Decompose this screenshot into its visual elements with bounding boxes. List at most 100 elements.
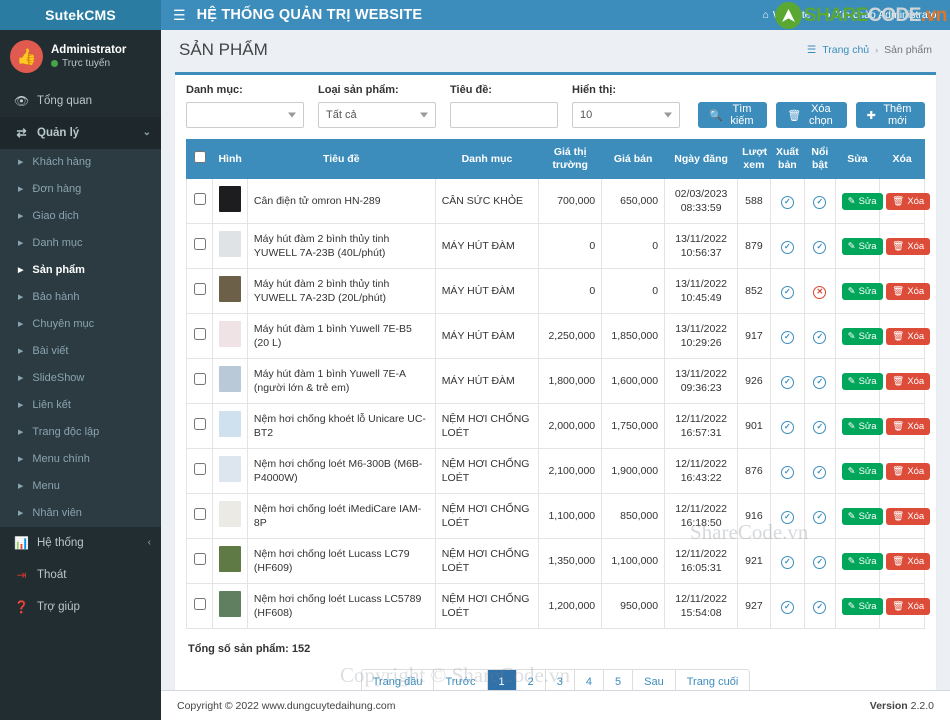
edit-button[interactable]: ✎ Sửa bbox=[841, 507, 883, 525]
delete-button[interactable]: 🗑 Xóa bbox=[886, 597, 931, 615]
sidebar-item-tro-giup[interactable]: ❓ Trợ giúp bbox=[0, 591, 161, 623]
sidebar-item-menu-chinh[interactable]: ▶ Menu chính bbox=[0, 446, 161, 473]
edit-button[interactable]: ✎ Sửa bbox=[841, 597, 883, 615]
sidebar-item-nhan-vien[interactable]: ▶ Nhân viên bbox=[0, 500, 161, 527]
check-circle-icon[interactable]: ✓ bbox=[813, 375, 827, 389]
delete-button[interactable]: 🗑 Xóa bbox=[886, 327, 931, 345]
th-title[interactable]: Tiêu đề bbox=[246, 139, 436, 179]
check-circle-icon[interactable]: ✓ bbox=[813, 420, 827, 434]
edit-button[interactable]: ✎ Sửa bbox=[841, 372, 883, 390]
website-link[interactable]: ⌂ Website bbox=[763, 9, 811, 21]
edit-button[interactable]: ✎ Sửa bbox=[841, 237, 883, 255]
edit-button[interactable]: ✎ Sửa bbox=[841, 282, 883, 300]
sidebar-subitem-label: Bảo hành bbox=[32, 291, 80, 303]
edit-button[interactable]: ✎ Sửa bbox=[841, 552, 883, 570]
filter-category-label: Danh mục: bbox=[186, 84, 243, 96]
th-views[interactable]: Lượt xem bbox=[737, 139, 771, 179]
select-all-checkbox[interactable] bbox=[193, 151, 206, 163]
th-date[interactable]: Ngày đăng bbox=[664, 139, 739, 179]
brand-logo[interactable]: SutekCMS bbox=[0, 0, 161, 30]
th-market-price[interactable]: Giá thị trường bbox=[538, 139, 603, 179]
sidebar-item-san-pham[interactable]: ▶ Sản phẩm bbox=[0, 257, 161, 284]
sidebar-item-chuyen-muc[interactable]: ▶ Chuyên mục bbox=[0, 311, 161, 338]
th-published[interactable]: Xuất bản bbox=[769, 139, 806, 179]
avatar: 👍 bbox=[10, 40, 43, 73]
check-circle-icon[interactable]: ✓ bbox=[780, 375, 794, 389]
delete-button[interactable]: 🗑 Xóa bbox=[886, 552, 931, 570]
check-circle-icon[interactable]: ✓ bbox=[813, 330, 827, 344]
check-circle-icon[interactable]: ✓ bbox=[813, 555, 827, 569]
check-circle-icon[interactable]: ✓ bbox=[813, 240, 827, 254]
add-new-button[interactable]: ✚ Thêm mới bbox=[855, 102, 925, 128]
check-circle-icon[interactable]: ✓ bbox=[780, 600, 794, 614]
sidebar-item-khach-hang[interactable]: ▶ Khách hàng bbox=[0, 149, 161, 176]
delete-button[interactable]: 🗑 Xóa bbox=[886, 282, 931, 300]
row-published-cell: ✓ bbox=[769, 178, 806, 224]
edit-button[interactable]: ✎ Sửa bbox=[841, 327, 883, 345]
row-checkbox[interactable] bbox=[193, 283, 206, 295]
clear-selection-button[interactable]: 🗑 Xóa chọn bbox=[776, 102, 847, 128]
row-checkbox[interactable] bbox=[193, 238, 206, 250]
row-checkbox[interactable] bbox=[193, 508, 206, 520]
sidebar-item-trang-doc-lap[interactable]: ▶ Trang độc lập bbox=[0, 419, 161, 446]
sidebar-subitem-label: Đơn hàng bbox=[32, 183, 82, 195]
times-circle-icon[interactable]: ✕ bbox=[813, 285, 827, 299]
sidebar-item-menu[interactable]: ▶ Menu bbox=[0, 473, 161, 500]
show-count-select[interactable]: 10 bbox=[572, 102, 680, 128]
check-circle-icon[interactable]: ✓ bbox=[780, 555, 794, 569]
check-circle-icon[interactable]: ✓ bbox=[780, 420, 794, 434]
sidebar-item-don-hang[interactable]: ▶ Đơn hàng bbox=[0, 176, 161, 203]
row-checkbox[interactable] bbox=[193, 328, 206, 340]
check-circle-icon[interactable]: ✓ bbox=[780, 510, 794, 524]
th-sale-price[interactable]: Giá bán bbox=[601, 139, 666, 179]
breadcrumb-home[interactable]: Trang chủ bbox=[822, 44, 869, 56]
th-category[interactable]: Danh mục bbox=[434, 139, 540, 179]
th-featured[interactable]: Nổi bật bbox=[804, 139, 836, 179]
check-circle-icon[interactable]: ✓ bbox=[813, 510, 827, 524]
check-circle-icon[interactable]: ✓ bbox=[813, 465, 827, 479]
sidebar-item-thoat[interactable]: ⇥ Thoát bbox=[0, 559, 161, 591]
sidebar-item-lien-ket[interactable]: ▶ Liên kết bbox=[0, 392, 161, 419]
sidebar-item-he-thong[interactable]: 📊 Hệ thống ‹ bbox=[0, 527, 161, 559]
row-checkbox[interactable] bbox=[193, 463, 206, 475]
type-select[interactable]: Tất cả bbox=[318, 102, 436, 128]
sidebar: SutekCMS 👍 Administrator Trực tuyến 👁 Tổ… bbox=[0, 0, 161, 720]
row-checkbox[interactable] bbox=[193, 598, 206, 610]
delete-button[interactable]: 🗑 Xóa bbox=[886, 237, 931, 255]
delete-button[interactable]: 🗑 Xóa bbox=[886, 417, 931, 435]
title-input[interactable] bbox=[450, 102, 558, 128]
row-checkbox[interactable] bbox=[193, 418, 206, 430]
check-circle-icon[interactable]: ✓ bbox=[813, 600, 827, 614]
check-circle-icon[interactable]: ✓ bbox=[813, 195, 827, 209]
edit-button[interactable]: ✎ Sửa bbox=[841, 192, 883, 210]
sidebar-item-tong-quan[interactable]: 👁 Tổng quan bbox=[0, 85, 161, 117]
user-greeting[interactable]: ● Xin chào Administrator bbox=[825, 9, 940, 21]
row-checkbox[interactable] bbox=[193, 553, 206, 565]
sidebar-item-danh-muc[interactable]: ▶ Danh mục bbox=[0, 230, 161, 257]
row-delete-cell: 🗑 Xóa bbox=[879, 448, 931, 494]
sidebar-item-slideshow[interactable]: ▶ SlideShow bbox=[0, 365, 161, 392]
edit-button[interactable]: ✎ Sửa bbox=[841, 417, 883, 435]
delete-button[interactable]: 🗑 Xóa bbox=[886, 462, 931, 480]
delete-button[interactable]: 🗑 Xóa bbox=[886, 192, 931, 210]
category-select[interactable] bbox=[186, 102, 304, 128]
row-checkbox[interactable] bbox=[193, 373, 206, 385]
help-icon: ❓ bbox=[14, 600, 29, 614]
hamburger-menu-icon[interactable]: ☰ bbox=[161, 8, 197, 22]
check-circle-icon[interactable]: ✓ bbox=[780, 240, 794, 254]
search-button[interactable]: 🔍 Tìm kiếm bbox=[698, 102, 768, 128]
sidebar-item-giao-dich[interactable]: ▶ Giao dịch bbox=[0, 203, 161, 230]
sidebar-item-bao-hanh[interactable]: ▶ Bảo hành bbox=[0, 284, 161, 311]
clear-button-label: Xóa chọn bbox=[808, 103, 833, 127]
row-checkbox[interactable] bbox=[193, 193, 206, 205]
check-circle-icon[interactable]: ✓ bbox=[780, 195, 794, 209]
delete-button[interactable]: 🗑 Xóa bbox=[886, 507, 931, 525]
edit-button[interactable]: ✎ Sửa bbox=[841, 462, 883, 480]
th-image[interactable]: Hình bbox=[212, 139, 248, 179]
check-circle-icon[interactable]: ✓ bbox=[780, 330, 794, 344]
check-circle-icon[interactable]: ✓ bbox=[780, 465, 794, 479]
check-circle-icon[interactable]: ✓ bbox=[780, 285, 794, 299]
sidebar-item-quan-ly[interactable]: ⇄ Quản lý ⌄ bbox=[0, 117, 161, 149]
sidebar-item-bai-viet[interactable]: ▶ Bài viết bbox=[0, 338, 161, 365]
delete-button[interactable]: 🗑 Xóa bbox=[886, 372, 931, 390]
